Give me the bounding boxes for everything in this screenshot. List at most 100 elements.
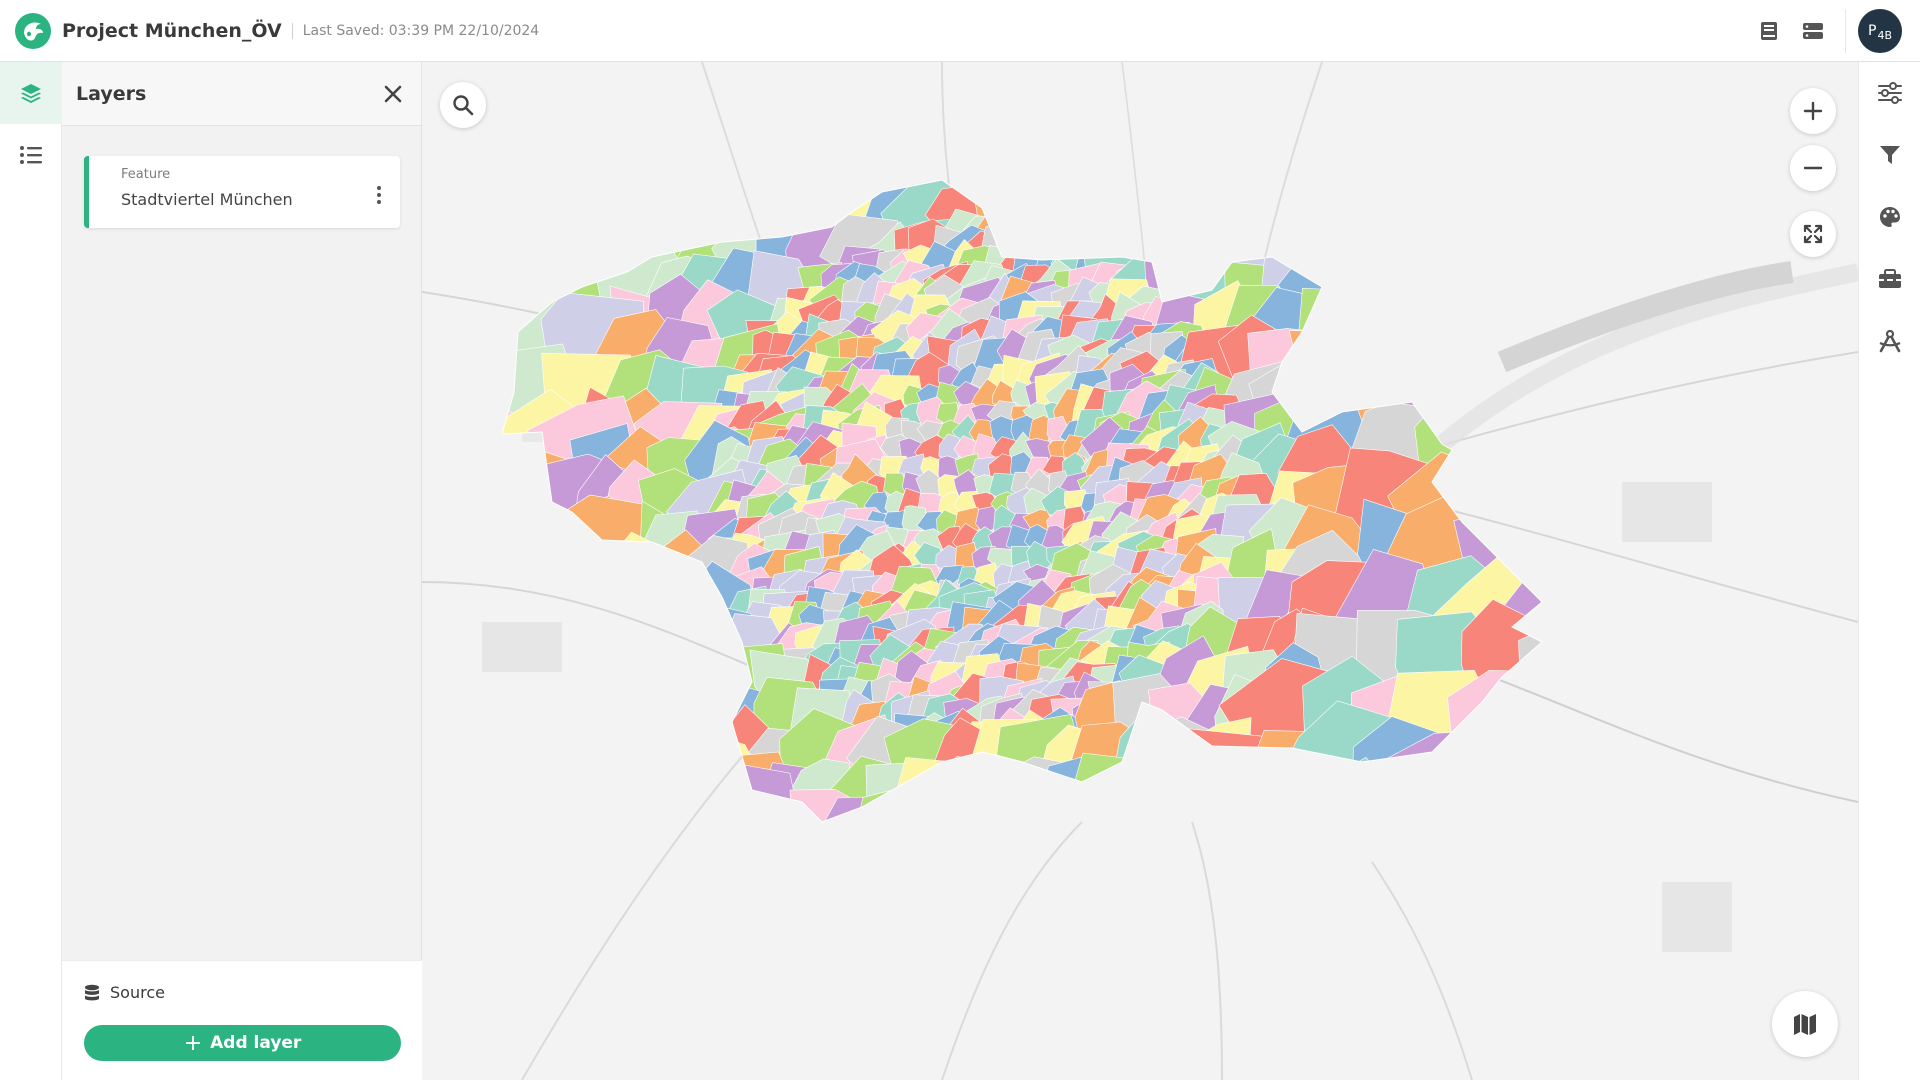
district-polygon[interactable] bbox=[1140, 752, 1241, 877]
district-polygon[interactable] bbox=[1446, 718, 1559, 826]
district-polygon[interactable] bbox=[992, 134, 1078, 225]
district-polygon[interactable] bbox=[974, 754, 1044, 843]
district-polygon[interactable] bbox=[1298, 756, 1413, 882]
style-button[interactable] bbox=[1859, 186, 1920, 248]
district-polygon[interactable] bbox=[1504, 719, 1618, 822]
district-polygon[interactable] bbox=[1510, 179, 1619, 292]
layer-options-kebab-icon[interactable] bbox=[376, 186, 382, 204]
documentation-button[interactable] bbox=[1751, 13, 1787, 49]
district-polygon[interactable] bbox=[792, 136, 858, 223]
zoom-out-button[interactable] bbox=[1790, 145, 1836, 191]
user-avatar[interactable]: P 4B bbox=[1858, 8, 1902, 53]
layer-properties-button[interactable] bbox=[1859, 62, 1920, 124]
district-polygon[interactable] bbox=[854, 787, 941, 875]
district-polygon[interactable] bbox=[895, 779, 973, 878]
add-layer-button[interactable]: + Add layer bbox=[84, 1025, 401, 1061]
district-polygon[interactable] bbox=[484, 680, 596, 790]
district-polygon[interactable] bbox=[1150, 132, 1232, 216]
analysis-button[interactable] bbox=[1859, 310, 1920, 372]
district-polygon[interactable] bbox=[1012, 191, 1087, 260]
district-polygon[interactable] bbox=[1354, 229, 1454, 335]
basemap-switcher-button[interactable] bbox=[1772, 991, 1838, 1057]
district-polygon[interactable] bbox=[1075, 792, 1157, 864]
district-polygon[interactable] bbox=[1096, 168, 1196, 251]
district-polygon[interactable] bbox=[648, 640, 715, 719]
district-polygon[interactable] bbox=[1335, 285, 1452, 404]
district-polygon[interactable] bbox=[1003, 793, 1074, 867]
fullscreen-button[interactable] bbox=[1790, 211, 1836, 257]
district-polygon[interactable] bbox=[755, 148, 826, 214]
district-polygon[interactable] bbox=[515, 761, 654, 883]
district-polygon[interactable] bbox=[638, 600, 723, 685]
district-polygon[interactable] bbox=[670, 636, 746, 730]
district-polygon[interactable] bbox=[1450, 132, 1566, 242]
district-polygon[interactable] bbox=[428, 129, 537, 234]
toolbox-button[interactable] bbox=[1859, 248, 1920, 310]
close-panel-button[interactable] bbox=[379, 80, 407, 108]
district-polygon[interactable] bbox=[1181, 111, 1305, 230]
district-polygon[interactable] bbox=[1185, 180, 1261, 253]
district-polygon[interactable] bbox=[1237, 127, 1349, 231]
district-polygon[interactable] bbox=[1237, 780, 1357, 896]
jobs-button[interactable] bbox=[1795, 13, 1831, 49]
district-polygon[interactable] bbox=[1516, 430, 1627, 570]
map-search-button[interactable] bbox=[440, 82, 486, 128]
district-polygon[interactable] bbox=[1384, 123, 1505, 230]
district-polygon[interactable] bbox=[1347, 123, 1455, 240]
district-polygon[interactable] bbox=[1045, 180, 1118, 251]
district-polygon[interactable] bbox=[424, 502, 530, 612]
district-polygon[interactable] bbox=[428, 714, 529, 827]
district-polygon[interactable] bbox=[629, 679, 727, 760]
district-polygon[interactable] bbox=[585, 612, 718, 731]
district-polygon[interactable] bbox=[1514, 614, 1624, 722]
district-polygon[interactable] bbox=[588, 128, 688, 238]
district-polygon[interactable] bbox=[491, 727, 584, 832]
district-polygon[interactable] bbox=[639, 569, 723, 653]
district-polygon[interactable] bbox=[471, 765, 587, 878]
district-polygon[interactable] bbox=[1500, 764, 1616, 887]
district-polygon[interactable] bbox=[1138, 750, 1218, 838]
district-polygon[interactable] bbox=[538, 714, 647, 843]
source-button[interactable]: Source bbox=[84, 983, 165, 1002]
district-polygon[interactable] bbox=[583, 660, 705, 786]
district-polygon[interactable] bbox=[1402, 240, 1525, 334]
district-polygon[interactable] bbox=[1033, 141, 1109, 217]
district-polygon[interactable] bbox=[1335, 776, 1466, 873]
district-polygon[interactable] bbox=[542, 670, 651, 779]
map-canvas[interactable] bbox=[422, 62, 1858, 1080]
district-polygon[interactable] bbox=[642, 776, 765, 900]
district-polygon[interactable] bbox=[1502, 119, 1626, 235]
district-polygon[interactable] bbox=[1071, 166, 1161, 261]
district-polygon[interactable] bbox=[426, 456, 539, 562]
district-polygon[interactable] bbox=[1109, 144, 1197, 214]
district-polygon[interactable] bbox=[823, 796, 906, 867]
district-polygon[interactable] bbox=[923, 790, 1008, 862]
district-polygon[interactable] bbox=[519, 494, 643, 606]
layer-card[interactable]: Feature Stadtviertel München bbox=[84, 156, 400, 228]
zoom-in-button[interactable] bbox=[1790, 88, 1836, 134]
district-polygon[interactable] bbox=[579, 769, 692, 888]
district-polygon[interactable] bbox=[463, 128, 601, 237]
district-polygon[interactable] bbox=[1295, 287, 1398, 412]
district-polygon[interactable] bbox=[428, 228, 535, 349]
district-polygon[interactable] bbox=[1140, 171, 1223, 259]
district-polygon[interactable] bbox=[1187, 769, 1311, 881]
rail-item-layers[interactable] bbox=[0, 62, 62, 124]
district-polygon[interactable] bbox=[964, 784, 1051, 878]
district-polygon[interactable] bbox=[1509, 397, 1604, 496]
district-polygon[interactable] bbox=[614, 581, 678, 649]
rail-item-legend[interactable] bbox=[0, 124, 62, 186]
district-polygon[interactable] bbox=[486, 180, 591, 296]
filter-button[interactable] bbox=[1859, 124, 1920, 186]
district-polygon[interactable] bbox=[931, 755, 1008, 835]
district-polygon[interactable] bbox=[1100, 758, 1177, 837]
district-polygon[interactable] bbox=[1288, 330, 1361, 392]
district-polygon[interactable] bbox=[429, 350, 523, 461]
district-polygon[interactable] bbox=[639, 124, 748, 244]
district-polygon[interactable] bbox=[1402, 181, 1513, 300]
district-polygon[interactable] bbox=[434, 180, 536, 280]
project-title[interactable]: Project München_ÖV bbox=[62, 20, 282, 42]
district-polygon[interactable] bbox=[1439, 773, 1558, 886]
district-polygon[interactable] bbox=[1340, 159, 1460, 291]
district-polygon[interactable] bbox=[1036, 793, 1112, 861]
